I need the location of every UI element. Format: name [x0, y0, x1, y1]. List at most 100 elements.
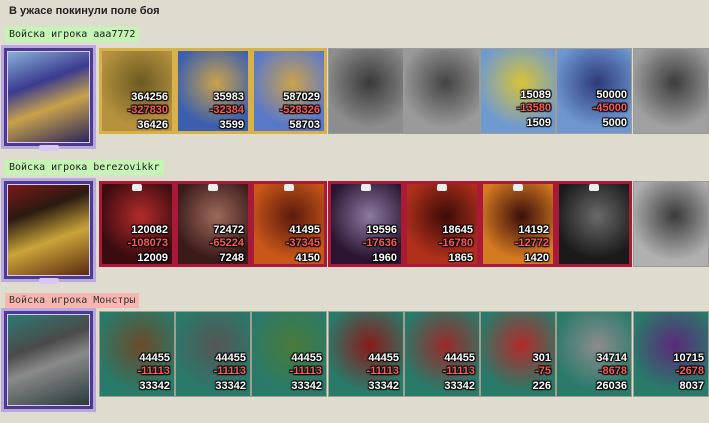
stack-initial-count: 34714 [596, 352, 627, 364]
stack-lost-count: -11113 [289, 365, 322, 377]
skull-icon [132, 184, 142, 191]
unit-stack[interactable]: 44455 -11113 33342 [251, 311, 327, 397]
stack-lost-count: -75 [535, 365, 551, 377]
stack-lost-count: -16780 [438, 237, 473, 249]
stack-initial-count: 41495 [289, 224, 320, 236]
army-row-1: 364256 -327830 36426 35983 -32384 3599 587029-… [0, 45, 709, 151]
stack-remaining-count: 58703 [289, 119, 320, 131]
stack-initial-count: 301 [532, 352, 551, 364]
unit-stack[interactable]: 364256 -327830 36426 [99, 48, 175, 134]
stack-remaining-count: 5000 [602, 117, 627, 129]
stack-remaining-count: 33342 [215, 380, 246, 392]
stack-remaining-count: 33342 [444, 380, 475, 392]
unit-stack[interactable]: 19596 -17636 1960 [328, 181, 404, 267]
skull-icon [437, 184, 447, 191]
skull-icon [284, 184, 294, 191]
stack-remaining-count: 26036 [596, 380, 627, 392]
stack-lost-count: -37345 [285, 237, 320, 249]
unit-stack[interactable] [556, 181, 632, 267]
stack-remaining-count: 33342 [139, 380, 170, 392]
stack-initial-count: 35983 [213, 91, 244, 103]
stack-remaining-count: 226 [532, 380, 551, 392]
player-label-1: Войска игрока aaa7772 [5, 27, 140, 42]
player-label-2: Войска игрока berezovikkr [5, 160, 164, 175]
stack-remaining-count: 3599 [219, 119, 244, 131]
creature-stack-icon [634, 49, 708, 133]
unit-stack[interactable] [328, 48, 404, 134]
stack-lost-count: -32384 [209, 104, 244, 116]
skull-icon [208, 184, 218, 191]
unit-stack[interactable]: 301 -75 226 [480, 311, 556, 397]
hero-portrait-2[interactable] [1, 178, 96, 284]
stack-initial-count: 44455 [139, 352, 170, 364]
stack-remaining-count: 4150 [295, 252, 320, 264]
unit-stack[interactable]: 50000 -45000 5000 [556, 48, 632, 134]
unit-stack[interactable]: 41495 -37345 4150 [251, 181, 327, 267]
stack-lost-count: -327830 [127, 104, 168, 116]
unit-stack[interactable]: 34714 -8678 26036 [556, 311, 632, 397]
unit-stack[interactable]: 587029 -528326 58703 [251, 48, 327, 134]
stack-remaining-count: 33342 [368, 380, 399, 392]
unit-stack[interactable] [633, 181, 709, 267]
stack-initial-count: 72472 [213, 224, 244, 236]
unit-stack[interactable] [633, 48, 709, 134]
unit-stack[interactable]: 72472 -65224 7248 [175, 181, 251, 267]
stack-initial-count: 44455 [368, 352, 399, 364]
creature-stack-icon [559, 184, 629, 264]
stack-remaining-count: 7248 [219, 252, 244, 264]
stack-initial-count: 19596 [366, 224, 397, 236]
hero-portrait-1[interactable] [1, 45, 96, 151]
stack-remaining-count: 1420 [524, 252, 549, 264]
page-title: В ужасе покинули поле боя [9, 5, 160, 17]
skull-icon [513, 184, 523, 191]
stack-lost-count: -65224 [209, 237, 244, 249]
stack-remaining-count: 12009 [137, 252, 168, 264]
unit-stack[interactable]: 10715 -2678 8037 [633, 311, 709, 397]
stack-initial-count: 14192 [518, 224, 549, 236]
army-row-2: 120082 -108073 12009 72472 -65224 7248 41495 -3… [0, 178, 709, 284]
stack-lost-count: -108073 [127, 237, 168, 249]
stack-lost-count: -11113 [137, 365, 170, 377]
hero-portrait-icon [7, 51, 90, 143]
unit-stack[interactable]: 44455 -11113 33342 [175, 311, 251, 397]
stack-lost-count: -528326 [279, 104, 320, 116]
stack-initial-count: 44455 [215, 352, 246, 364]
stack-initial-count: 15089 [520, 89, 551, 101]
hero-portrait-icon [7, 184, 90, 276]
creature-stack-icon [634, 182, 708, 266]
stack-initial-count: 364256 [131, 91, 168, 103]
stack-remaining-count: 1865 [448, 252, 473, 264]
skull-icon [38, 278, 59, 284]
skull-icon [361, 184, 371, 191]
stack-lost-count: -45000 [592, 102, 627, 114]
skull-icon [589, 184, 599, 191]
stack-lost-count: -13580 [516, 102, 551, 114]
unit-stack[interactable]: 18645 -16780 1865 [404, 181, 480, 267]
creature-stack-icon [329, 49, 403, 133]
unit-stack[interactable]: 44455 -11113 33342 [328, 311, 404, 397]
player-label-3: Войска игрока Монстры [5, 293, 140, 308]
unit-stack[interactable]: 120082 -108073 12009 [99, 181, 175, 267]
army-row-3: 44455 -11113 33342 44455 -11113 33342 44455 -11… [0, 308, 709, 412]
stack-remaining-count: 8037 [679, 380, 704, 392]
unit-stack[interactable]: 44455 -11113 33342 [99, 311, 175, 397]
unit-stack[interactable]: 15089 -13580 1509 [480, 48, 556, 134]
unit-stack[interactable]: 35983 -32384 3599 [175, 48, 251, 134]
stack-lost-count: -11113 [366, 365, 399, 377]
stack-remaining-count: 1960 [372, 252, 397, 264]
stack-lost-count: -17636 [362, 237, 397, 249]
stack-initial-count: 44455 [291, 352, 322, 364]
stack-initial-count: 120082 [131, 224, 168, 236]
unit-stack[interactable] [404, 48, 480, 134]
stack-lost-count: -2678 [675, 365, 704, 377]
stack-lost-count: -11113 [442, 365, 475, 377]
stack-initial-count: 18645 [442, 224, 473, 236]
unit-stack[interactable]: 44455 -11113 33342 [404, 311, 480, 397]
hero-portrait-icon [7, 314, 90, 406]
hero-portrait-3[interactable] [1, 308, 96, 412]
unit-stack[interactable]: 14192 -12772 1420 [480, 181, 556, 267]
stack-lost-count: -8678 [598, 365, 627, 377]
stack-remaining-count: 1509 [526, 117, 551, 129]
stack-lost-count: -11113 [213, 365, 246, 377]
stack-initial-count: 10715 [673, 352, 704, 364]
